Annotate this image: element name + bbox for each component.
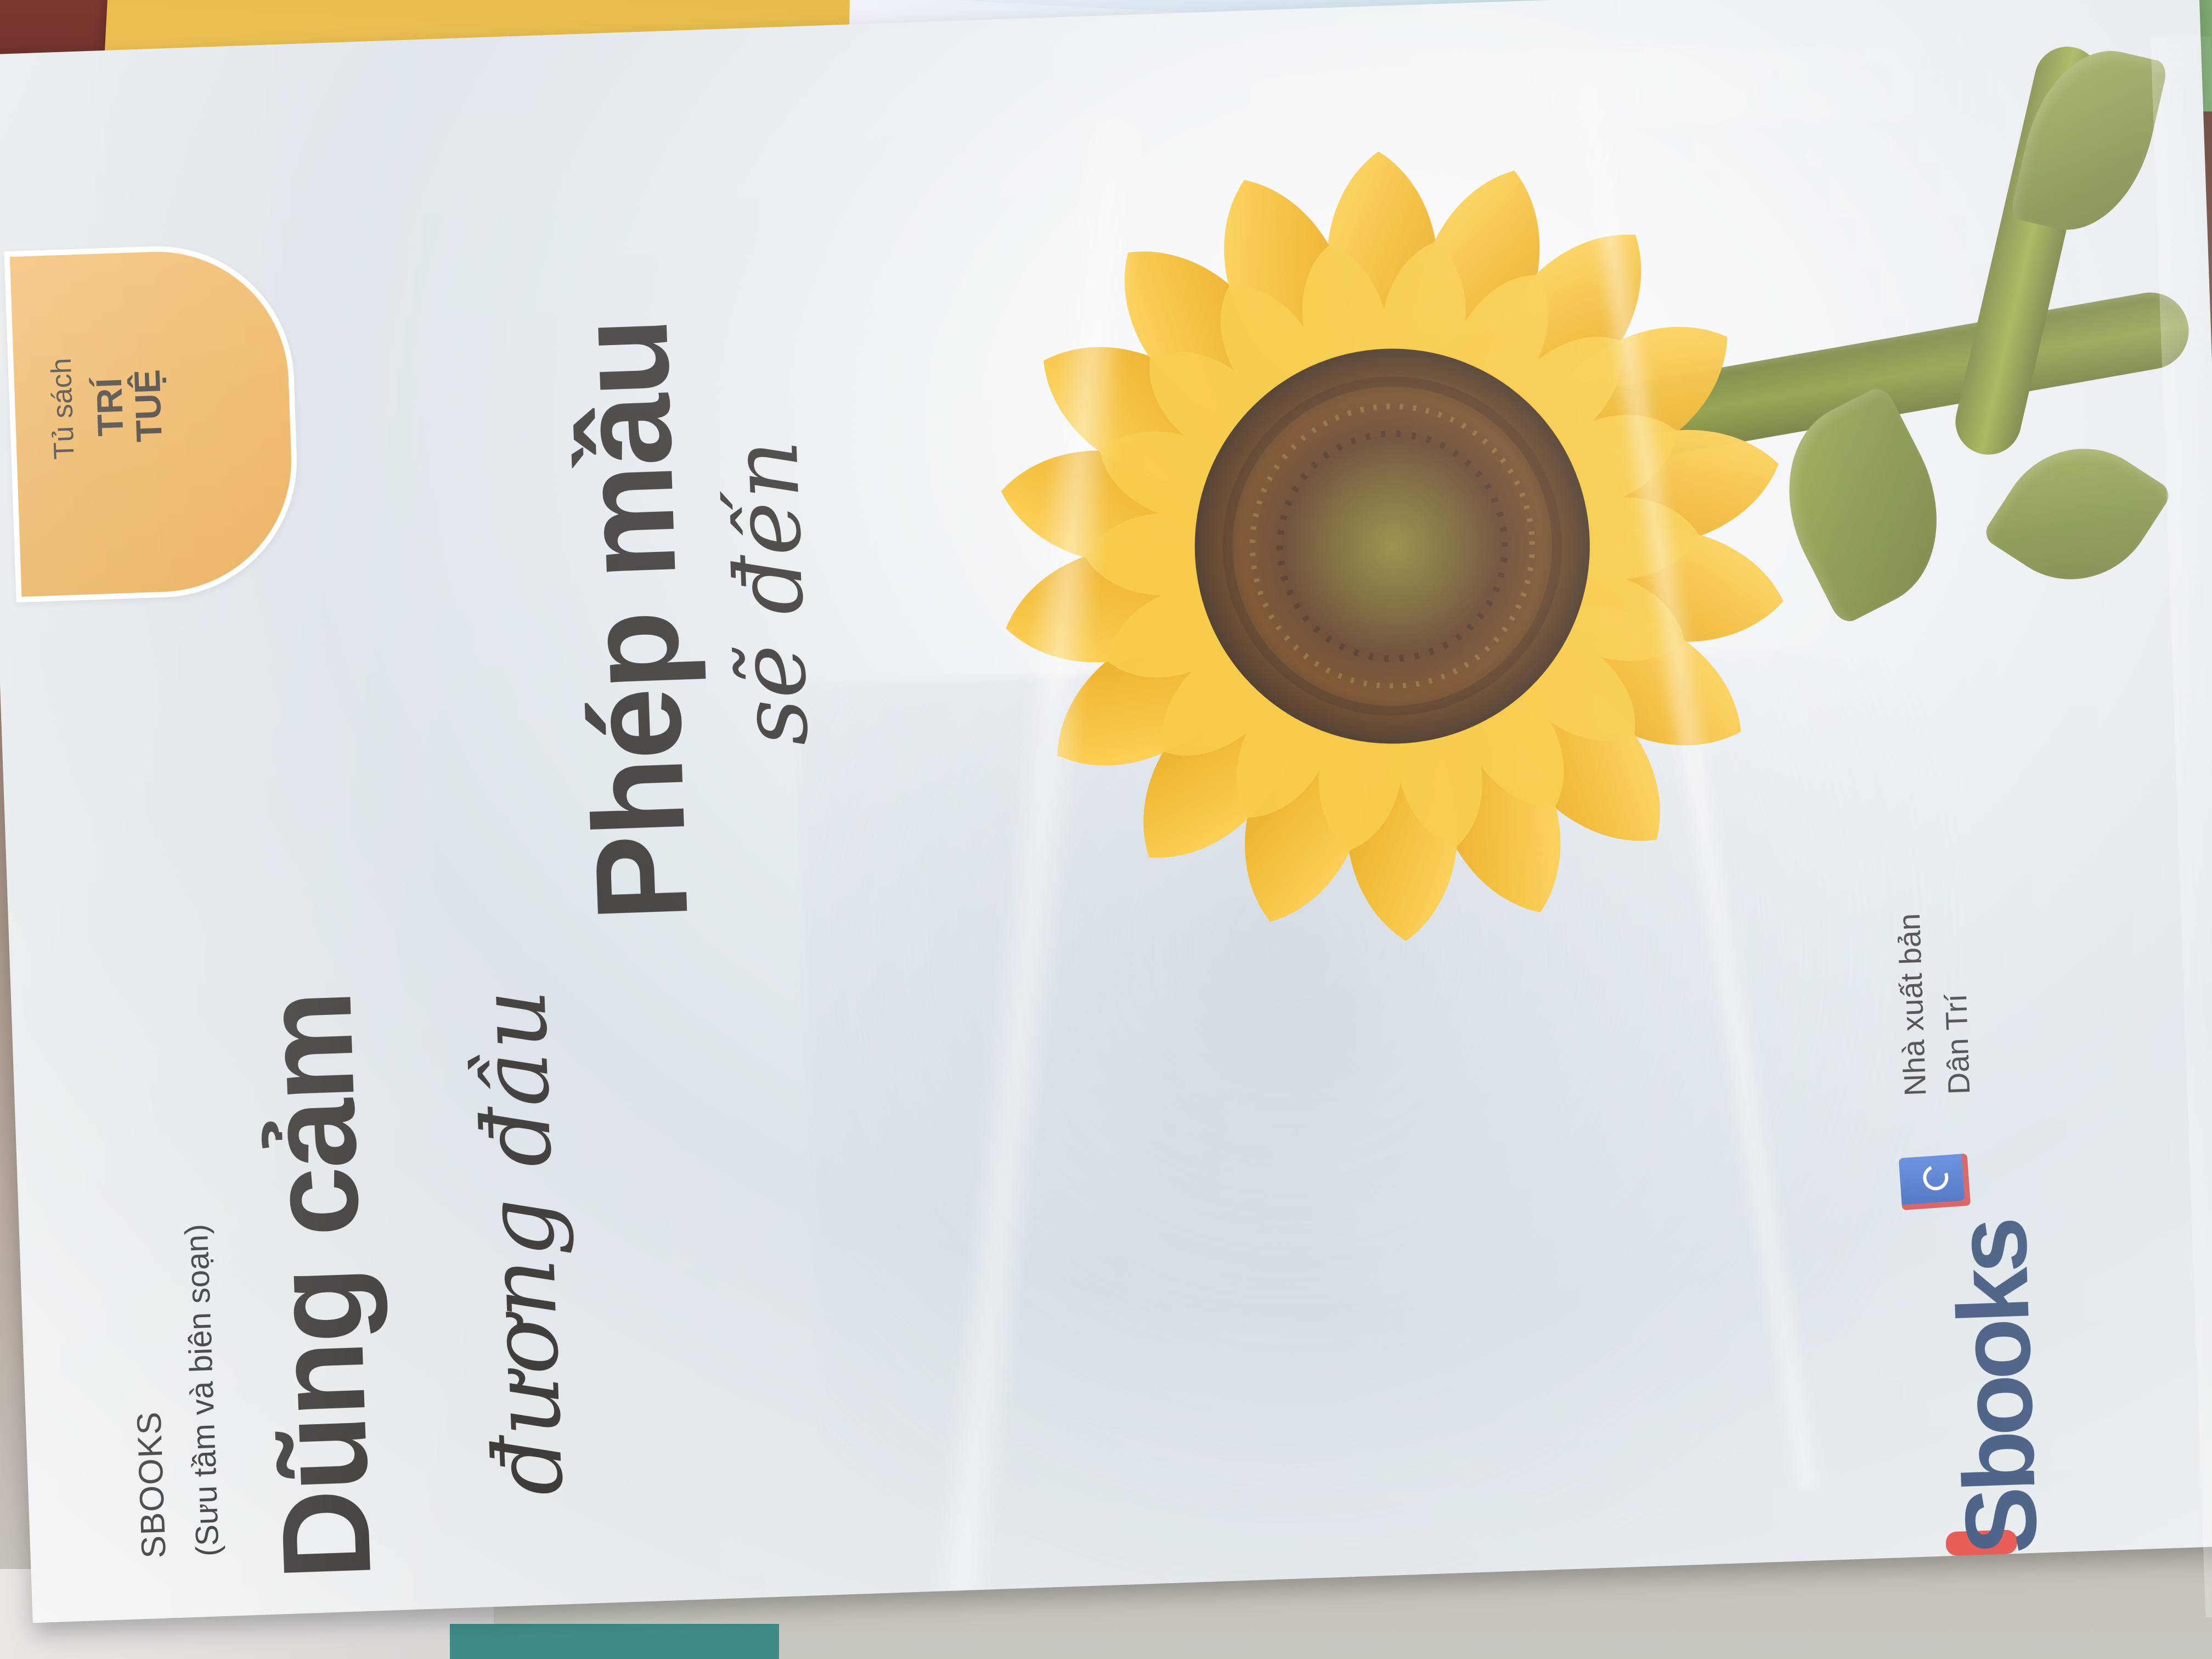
book-cover: Tủ sách TRÍ TUỆ SBOOKS (Sưu tầm và biên … [0, 0, 2212, 1623]
author-note: (Sưu tầm và biên soạn) [178, 1223, 226, 1558]
publisher-line-2: Dân Trí [1938, 993, 1977, 1096]
sunflower-leaf-3 [2009, 36, 2169, 245]
title-line-1: Dũng cảm [238, 990, 398, 1582]
title-line-3: Phép mầu [549, 317, 715, 924]
brand-logo: Sbooks [1933, 1221, 2058, 1556]
publisher-line-1: Nhà xuất bản [1891, 912, 1933, 1097]
series-label: Tủ sách [45, 357, 81, 460]
background-book-teal-strip [450, 1624, 779, 1659]
title-line-2: đương đầu [458, 987, 585, 1498]
series-name: TRÍ TUỆ [88, 369, 170, 443]
sunflower-illustration [1001, 151, 1784, 941]
author-name: SBOOKS [130, 1410, 173, 1559]
title-line-4: sẽ đến [710, 438, 829, 748]
series-badge-text: Tủ sách TRÍ TUỆ [0, 334, 236, 480]
publisher-logo [1898, 1153, 1971, 1211]
photo-scene: Tủ sách TRÍ TUỆ SBOOKS (Sưu tầm và biên … [0, 0, 2212, 1659]
